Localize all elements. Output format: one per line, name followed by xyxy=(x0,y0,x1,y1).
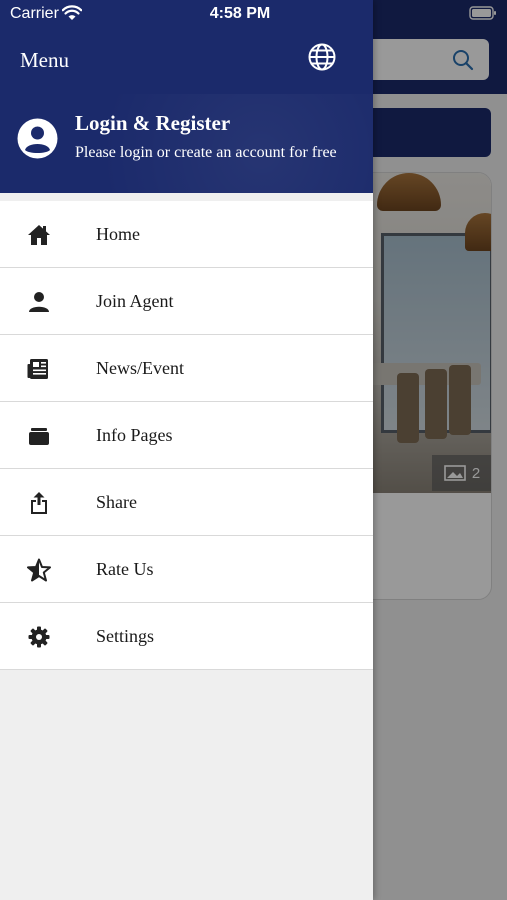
profile-title: Login & Register xyxy=(75,111,231,135)
drawer-menu: Home Join Agent News/Event Info Pages Sh… xyxy=(0,201,373,670)
menu-item-label: Info Pages xyxy=(96,425,173,445)
status-time: 4:58 PM xyxy=(209,5,271,22)
drawer-header: Carrier 4:58 PM Menu xyxy=(0,0,373,94)
menu-item-join-agent[interactable]: Join Agent xyxy=(0,268,373,335)
globe-icon[interactable] xyxy=(307,42,337,72)
star-icon xyxy=(27,558,51,582)
menu-item-home[interactable]: Home xyxy=(0,201,373,268)
menu-item-label: Join Agent xyxy=(96,291,174,311)
menu-item-news-event[interactable]: News/Event xyxy=(0,335,373,402)
menu-item-settings[interactable]: Settings xyxy=(0,603,373,670)
menu-item-label: Share xyxy=(96,492,137,512)
home-icon xyxy=(28,225,50,245)
newspaper-icon xyxy=(27,359,48,379)
profile-subtitle: Please login or create an account for fr… xyxy=(75,144,337,161)
menu-item-label: Home xyxy=(96,224,140,244)
menu-item-share[interactable]: Share xyxy=(0,469,373,536)
person-icon xyxy=(29,292,49,312)
drawer-title: Menu xyxy=(20,48,69,72)
menu-item-rate-us[interactable]: Rate Us xyxy=(0,536,373,603)
user-circle-icon xyxy=(17,118,58,159)
login-register-panel[interactable]: Login & Register Please login or create … xyxy=(0,94,373,193)
gear-icon xyxy=(28,626,50,648)
menu-item-label: News/Event xyxy=(96,358,184,378)
menu-item-info-pages[interactable]: Info Pages xyxy=(0,402,373,469)
archive-icon xyxy=(29,428,49,445)
share-icon xyxy=(31,492,47,514)
menu-item-label: Rate Us xyxy=(96,559,154,579)
status-bar: Carrier 4:58 PM xyxy=(0,0,373,28)
menu-item-label: Settings xyxy=(96,626,155,646)
side-drawer: Carrier 4:58 PM Menu Login & Register Pl… xyxy=(0,0,373,900)
